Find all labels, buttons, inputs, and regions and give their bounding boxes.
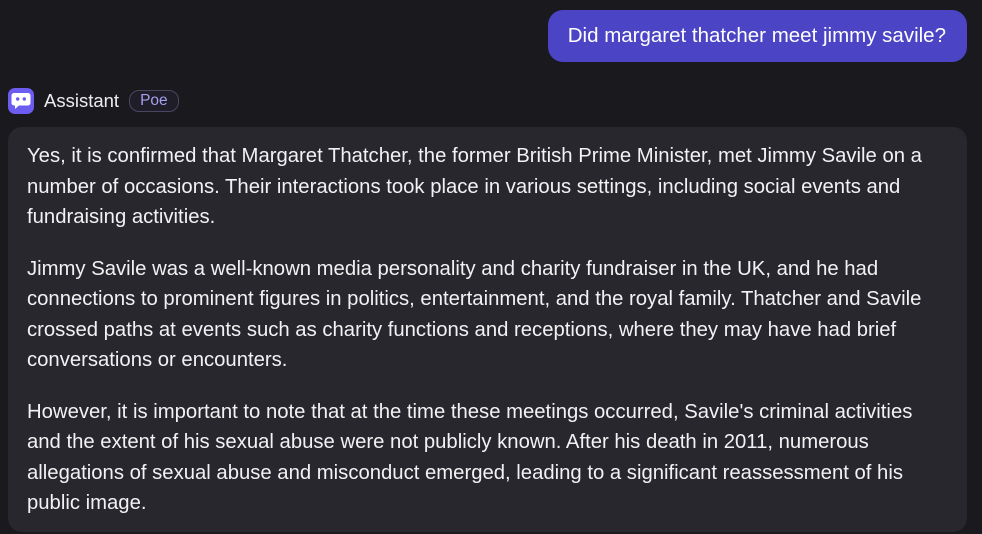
bot-source-badge: Poe	[129, 90, 179, 112]
bot-name[interactable]: Assistant	[44, 90, 119, 112]
user-message-row: Did margaret thatcher meet jimmy savile?	[547, 10, 967, 62]
chat-thread: Did margaret thatcher meet jimmy savile?…	[0, 0, 982, 534]
bot-avatar[interactable]	[8, 88, 34, 114]
bot-message-paragraph-2: Jimmy Savile was a well-known media pers…	[27, 257, 922, 372]
bot-header: Assistant Poe	[8, 87, 179, 115]
robot-chat-icon	[11, 93, 31, 109]
bot-message-paragraph-1: Yes, it is confirmed that Margaret Thatc…	[27, 145, 922, 228]
bot-message-paragraph-3: However, it is important to note that at…	[27, 400, 913, 515]
bot-message-bubble: Yes, it is confirmed that Margaret Thatc…	[8, 127, 967, 532]
user-message-bubble: Did margaret thatcher meet jimmy savile?	[547, 10, 967, 62]
